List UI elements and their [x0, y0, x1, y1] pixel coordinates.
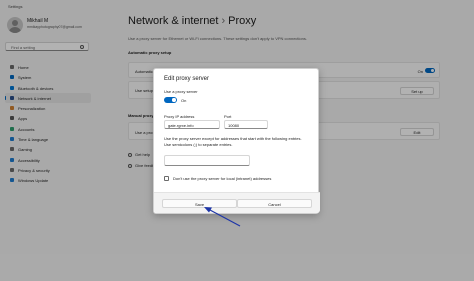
exceptions-input[interactable] — [164, 155, 250, 166]
proxy-ip-value: gate.rgrxe.info — [168, 123, 194, 129]
local-address-checkbox[interactable] — [164, 176, 169, 181]
port-value: 10080 — [228, 123, 240, 129]
proxy-ip-label: Proxy IP address — [164, 114, 195, 119]
use-proxy-toggle-state: On — [181, 98, 187, 103]
proxy-ip-input[interactable]: gate.rgrxe.info — [164, 120, 220, 129]
dialog-title: Edit proxy server — [164, 76, 210, 82]
edit-proxy-dialog: Edit proxy server Use a proxy server On … — [153, 68, 320, 214]
use-proxy-label: Use a proxy server — [164, 89, 198, 94]
use-proxy-toggle[interactable] — [164, 97, 177, 103]
port-label: Port — [224, 114, 232, 119]
port-input[interactable]: 10080 — [224, 120, 268, 129]
cancel-button[interactable]: Cancel — [237, 199, 312, 208]
dialog-footer: Save Cancel — [154, 192, 320, 213]
local-address-label: Don't use the proxy server for local (in… — [173, 176, 272, 181]
save-button[interactable]: Save — [162, 199, 237, 208]
exceptions-description-2: Use semicolons (;) to separate entries. — [164, 142, 233, 147]
exceptions-description-1: Use the proxy server except for addresse… — [164, 136, 302, 141]
